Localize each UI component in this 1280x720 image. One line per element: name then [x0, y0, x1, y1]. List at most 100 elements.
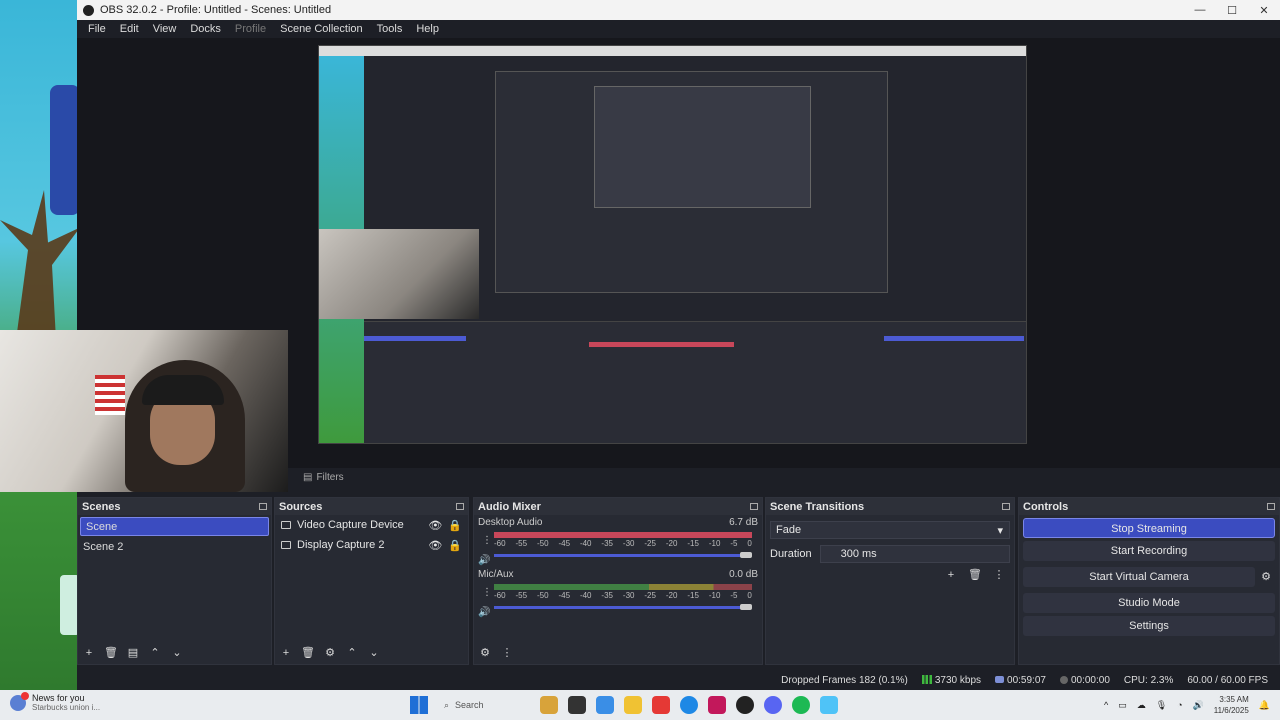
audio-mixer-dock: Audio Mixer Desktop Audio 6.7 dB ⋮ -60 -…: [473, 497, 763, 665]
clock[interactable]: 3:35 AM 11/6/2025: [1214, 694, 1249, 716]
more-icon[interactable]: ⋮: [992, 568, 1006, 582]
file-explorer-icon[interactable]: [624, 696, 642, 714]
speaker-icon[interactable]: 🔊: [478, 607, 490, 618]
maximize-button[interactable]: ☐: [1216, 4, 1248, 17]
menu-profile[interactable]: Profile: [228, 23, 273, 35]
more-icon[interactable]: ⋮: [500, 646, 514, 660]
settings-button[interactable]: Settings: [1023, 616, 1275, 636]
slider-knob[interactable]: [740, 604, 752, 610]
rec-time: 00:00:00: [1070, 674, 1110, 686]
source-row[interactable]: Display Capture 2 👁 🔒: [275, 535, 468, 555]
menu-docks[interactable]: Docks: [183, 23, 228, 35]
notification-badge: [21, 691, 29, 700]
advanced-audio-icon[interactable]: ⚙: [478, 646, 492, 660]
eye-icon[interactable]: 👁: [428, 539, 442, 552]
undock-icon[interactable]: [456, 503, 464, 510]
scale-tick: -5: [730, 539, 738, 548]
widget-app-icon[interactable]: [540, 696, 558, 714]
wifi-icon[interactable]: ◔: [1177, 700, 1182, 710]
add-icon[interactable]: +: [944, 568, 958, 582]
move-down-icon[interactable]: ⌄: [170, 646, 184, 660]
menu-help[interactable]: Help: [409, 23, 446, 35]
mixer-title: Audio Mixer: [478, 500, 541, 513]
news-widget[interactable]: News for you Starbucks union i...: [10, 691, 101, 712]
nested-selected-scene: [364, 336, 466, 341]
volume-slider[interactable]: [494, 552, 752, 558]
lock-icon[interactable]: 🔒: [448, 519, 462, 532]
menu-tools[interactable]: Tools: [370, 23, 410, 35]
add-icon[interactable]: +: [279, 646, 293, 660]
move-up-icon[interactable]: ⌃: [148, 646, 162, 660]
undock-icon[interactable]: [259, 503, 267, 510]
preview-canvas[interactable]: [318, 45, 1027, 444]
trash-icon[interactable]: 🗑: [968, 568, 982, 582]
more-icon[interactable]: ⋮: [482, 587, 492, 598]
scale-tick: -30: [622, 539, 635, 548]
filters-button[interactable]: ▤ Filters: [303, 472, 344, 483]
discord-app-icon[interactable]: [764, 696, 782, 714]
scene-item[interactable]: Scene: [80, 517, 269, 536]
bell-icon[interactable]: 🔔: [1259, 700, 1270, 711]
undock-icon[interactable]: [1002, 503, 1010, 510]
windows-start-icon[interactable]: [410, 696, 428, 714]
slider-knob[interactable]: [740, 552, 752, 558]
chevron-up-icon[interactable]: ^: [1104, 700, 1108, 710]
start-recording-button[interactable]: Start Recording: [1023, 541, 1275, 561]
spotify-app-icon[interactable]: [792, 696, 810, 714]
close-button[interactable]: ✕: [1248, 4, 1280, 17]
gear-icon[interactable]: ⚙: [1259, 570, 1273, 584]
cloud-icon[interactable]: ☁: [1137, 700, 1146, 711]
scale-tick: -60: [494, 591, 506, 600]
move-down-icon[interactable]: ⌄: [367, 646, 381, 660]
scale-tick: -35: [601, 539, 613, 548]
menu-edit[interactable]: Edit: [113, 23, 146, 35]
copilot-app-icon[interactable]: [596, 696, 614, 714]
trash-icon[interactable]: 🗑: [301, 646, 315, 660]
volume-slider[interactable]: [494, 604, 752, 610]
nested-preview-2: [594, 86, 811, 208]
instagram-app-icon[interactable]: [708, 696, 726, 714]
start-virtual-camera-button[interactable]: Start Virtual Camera: [1023, 567, 1255, 587]
search-icon: ⌕: [444, 699, 450, 710]
obs-app-icon[interactable]: [736, 696, 754, 714]
gear-icon[interactable]: ⚙: [323, 646, 337, 660]
scale-tick: -15: [687, 591, 699, 600]
minimize-button[interactable]: —: [1184, 4, 1216, 16]
scale-tick: -45: [558, 539, 571, 548]
filter-icon[interactable]: ▤: [126, 646, 140, 660]
menu-view[interactable]: View: [146, 23, 184, 35]
menu-file[interactable]: File: [81, 23, 113, 35]
scene-item[interactable]: Scene 2: [78, 538, 271, 557]
undock-icon[interactable]: [1267, 503, 1275, 510]
network-icon[interactable]: ▭: [1118, 700, 1127, 711]
trash-icon[interactable]: 🗑: [104, 646, 118, 660]
title-bar: OBS 32.0.2 - Profile: Untitled - Scenes:…: [77, 0, 1280, 20]
move-up-icon[interactable]: ⌃: [345, 646, 359, 660]
studio-mode-button[interactable]: Studio Mode: [1023, 593, 1275, 613]
lock-icon[interactable]: 🔒: [448, 539, 462, 552]
terminal-app-icon[interactable]: [568, 696, 586, 714]
notepad-app-icon[interactable]: [820, 696, 838, 714]
menu-bar: File Edit View Docks Profile Scene Colle…: [77, 20, 1280, 38]
menu-scene-collection[interactable]: Scene Collection: [273, 23, 370, 35]
eye-icon[interactable]: 👁: [428, 519, 442, 532]
speaker-icon[interactable]: 🔊: [478, 555, 490, 566]
youtube-app-icon[interactable]: [652, 696, 670, 714]
mixer-toolbar: ⚙ ⋮: [478, 646, 514, 660]
mic-icon[interactable]: 🎙: [1156, 700, 1167, 711]
duration-field[interactable]: 300 ms: [819, 545, 1010, 563]
edge-browser-icon[interactable]: [680, 696, 698, 714]
transition-select[interactable]: Fade ▾: [770, 521, 1010, 539]
volume-icon[interactable]: 🔊: [1193, 700, 1204, 711]
source-row[interactable]: Video Capture Device 👁 🔒: [275, 515, 468, 535]
signal-icon: [921, 675, 932, 685]
undock-icon[interactable]: [750, 503, 758, 510]
live-time: 00:59:07: [1007, 674, 1046, 686]
stop-streaming-button[interactable]: Stop Streaming: [1023, 518, 1275, 538]
taskbar-search[interactable]: ⌕ Search: [438, 695, 530, 715]
scale-tick: -25: [644, 591, 656, 600]
channel-level: 6.7 dB: [729, 517, 758, 528]
news-subtitle: Starbucks union i...: [32, 703, 101, 712]
more-icon[interactable]: ⋮: [482, 535, 492, 546]
add-icon[interactable]: +: [82, 646, 96, 660]
